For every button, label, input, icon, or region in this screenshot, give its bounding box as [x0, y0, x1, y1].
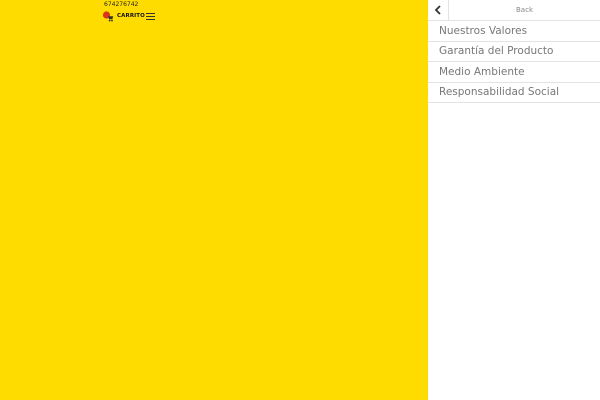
side-menu-list: Nuestros Valores Garantía del Producto M… — [428, 21, 600, 103]
side-menu-header: Back — [428, 0, 600, 21]
cart-link[interactable]: CARRITO — [102, 9, 155, 23]
back-label[interactable]: Back — [449, 0, 600, 20]
cart-label: CARRITO — [117, 13, 145, 19]
menu-item-garantia-del-producto[interactable]: Garantía del Producto — [428, 42, 600, 62]
cart-icon — [102, 11, 114, 22]
hamburger-icon[interactable] — [145, 11, 155, 21]
back-button[interactable] — [428, 0, 449, 20]
phone-number[interactable]: 674276742 — [104, 1, 138, 9]
menu-item-medio-ambiente[interactable]: Medio Ambiente — [428, 62, 600, 83]
main-area: 674276742 CARRITO — [0, 0, 428, 400]
side-menu-panel: Back Nuestros Valores Garantía del Produ… — [428, 0, 600, 400]
page: 674276742 CARRITO Back Nuestros Valores … — [0, 0, 600, 400]
menu-item-responsabilidad-social[interactable]: Responsabilidad Social — [428, 83, 600, 103]
chevron-left-icon — [434, 5, 441, 15]
menu-item-nuestros-valores[interactable]: Nuestros Valores — [428, 21, 600, 42]
